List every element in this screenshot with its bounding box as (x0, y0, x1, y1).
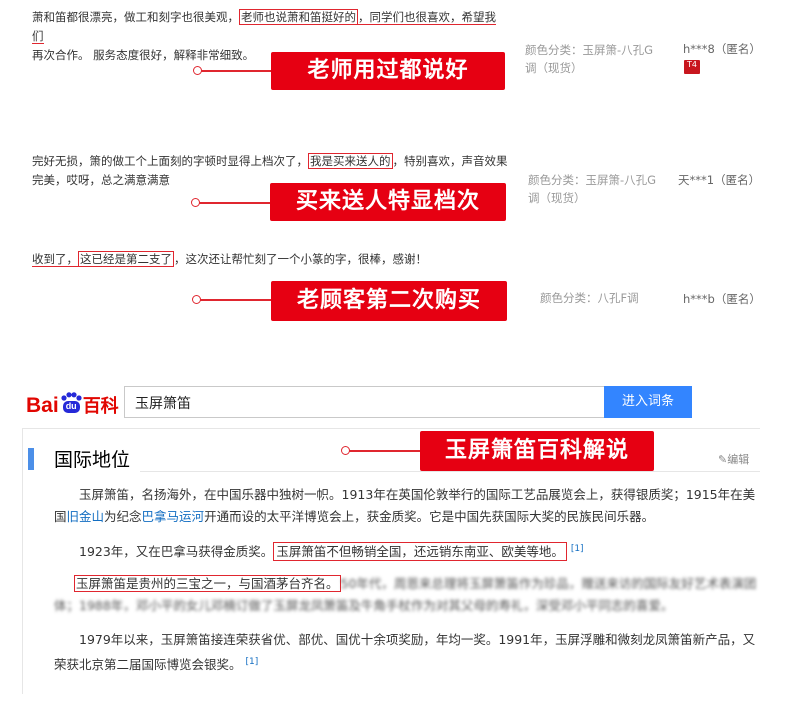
review-1-user: h***8（匿名） (683, 42, 761, 56)
review-highlight: 这已经是第二支了 (78, 251, 174, 267)
reference-link[interactable]: [1] (246, 657, 259, 667)
pencil-icon: ✎ (718, 453, 728, 466)
paw-icon: du (59, 392, 83, 413)
paragraph-1: 玉屏箫笛，名扬海外，在中国乐器中独树一帜。1913年在英国伦敦举行的国际工艺品展… (54, 484, 764, 528)
para-text: 荣获北京第二届国际博览会银奖。 (54, 657, 242, 673)
baidu-baike-logo[interactable]: Bai du 百科 (26, 392, 119, 418)
callout-line (200, 299, 271, 301)
review-3-text: 收到了， 这已经是第二支了 ，这次还让帮忙刻了一个小篆的字，很棒，感谢！ (32, 250, 502, 269)
reference-link[interactable]: [1] (571, 544, 584, 554)
enter-entry-button[interactable]: 进入词条 (604, 386, 692, 418)
callout-box: 买来送人特显档次 (270, 183, 506, 221)
review-text: 完好无损，箫的做工个上面刻的字顿时显得上档次了， (32, 154, 308, 168)
review-3-sku: 颜色分类：八孔F调 (540, 291, 639, 305)
logo-text: 百科 (82, 396, 119, 416)
callout-line (201, 70, 271, 72)
divider (22, 428, 760, 429)
review-text: 收到了， (32, 252, 78, 267)
review-text: ，这次还让帮忙刻了一个小篆的字，很棒，感谢！ (174, 252, 427, 266)
callout-box: 老师用过都说好 (271, 52, 505, 90)
blurred-text: 体；1988年， (54, 598, 136, 613)
callout-line (349, 450, 420, 452)
paragraph-4: 1979年以来，玉屏箫笛接连荣获省优、部优、国优十余项奖励，年均一奖。1991年… (54, 629, 764, 676)
link-san-francisco[interactable]: 旧金山 (67, 509, 105, 524)
para-text: 1979年以来，玉屏箫笛接连荣获省优、部优、国优十余项奖励，年均一奖。1991年… (79, 632, 756, 647)
review-highlight: 老师也说萧和笛挺好的 (239, 9, 358, 25)
blurred-link: 邓小平 (135, 598, 174, 613)
para-highlight: 玉屏箫笛不但畅销全国，还远销东南亚、欧美等地。 (273, 542, 567, 562)
para-text: 1923年，又在巴拿马获得金质奖。 (79, 544, 274, 560)
para-text: 为纪念 (104, 509, 142, 524)
divider (22, 429, 23, 694)
blurred-text: 的女儿邓楠订做了玉屏龙凤箫笛及牛角手杖作为对其父母的寿礼，深受邓小平同志的喜爱。 (173, 598, 674, 613)
link-panama-canal[interactable]: 巴拿马运河 (142, 509, 205, 524)
para-highlight: 玉屏箫笛是贵州的三宝之一，与国酒茅台齐名。 (74, 575, 341, 592)
review-text: 完美，哎呀，总之满意满意 (32, 173, 170, 187)
logo-text: Bai (26, 394, 59, 417)
edit-button[interactable]: ✎编辑 (718, 451, 749, 467)
section-marker (28, 448, 34, 470)
logo-text: du (65, 401, 77, 411)
review-text: 萧和笛都很漂亮，做工和刻字也很美观， (32, 10, 239, 24)
paragraph-2: 1923年，又在巴拿马获得金质奖。 玉屏箫笛不但畅销全国，还远销东南亚、欧美等地。… (54, 538, 764, 563)
paragraph-3: 玉屏箫笛是贵州的三宝之一，与国酒茅台齐名。 50年代，周恩来总理将玉屏箫笛作为珍品… (54, 573, 764, 617)
review-3-user: h***b（匿名） (683, 292, 761, 306)
review-text: ，特别喜欢，声音效果 (392, 154, 508, 168)
review-2-sku: 颜色分类：玉屏箫-八孔G调（现货） (528, 173, 657, 205)
callout-box: 老顾客第二次购买 (271, 281, 507, 321)
blurred-text: 50年代，周恩来总理将玉屏箫笛作为珍品，赠送来访的国际友好艺术表演团 (340, 576, 757, 591)
edit-label: 编辑 (727, 453, 750, 466)
callout-box: 玉屏箫笛百科解说 (420, 431, 654, 471)
review-highlight: 我是买来送人的 (308, 153, 393, 169)
para-text: 玉屏箫笛，名扬海外，在中国乐器中独树一帜。1913年在英国伦敦举行的国际工艺品展… (79, 487, 756, 502)
callout-line (199, 202, 270, 204)
search-input-value: 玉屏箫笛 (135, 396, 191, 412)
para-text: 开通而设的太平洋博览会上，获金质奖。它是中国先获国际大奖的民族民间乐器。 (204, 509, 655, 524)
review-1-sku: 颜色分类：玉屏箫-八孔G调（现货） (525, 43, 654, 75)
search-input[interactable]: 玉屏箫笛 (124, 386, 606, 418)
section-title: 国际地位 (54, 449, 131, 471)
review-text: 再次合作。 服务态度很好，解释非常细致。 (32, 48, 255, 62)
user-level-badge: T4 (684, 60, 700, 74)
para-text: 国 (54, 509, 67, 524)
review-2-user: 天***1（匿名） (678, 173, 761, 187)
divider (140, 471, 760, 472)
